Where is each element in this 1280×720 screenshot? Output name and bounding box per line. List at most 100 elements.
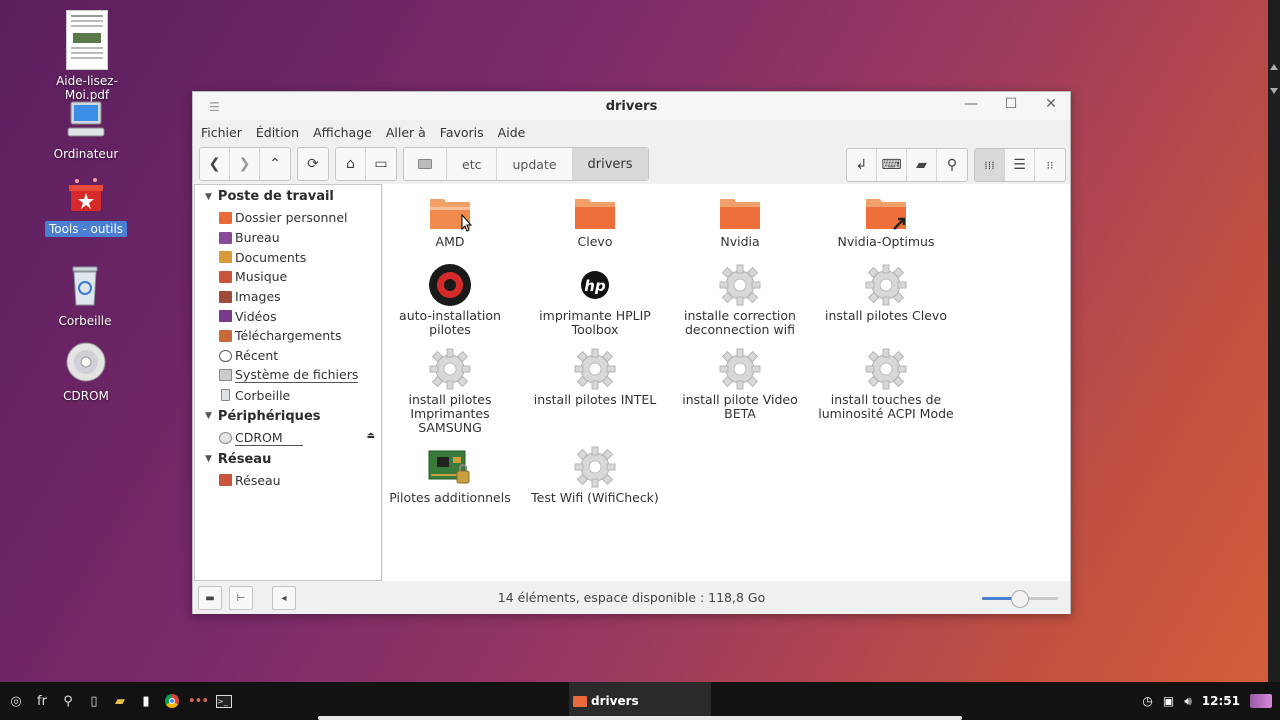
- breadcrumb-update[interactable]: update: [497, 148, 573, 180]
- sidebar-section-reseau[interactable]: ▼ Réseau: [195, 448, 381, 471]
- reload-button[interactable]: ⟳: [298, 148, 328, 180]
- taskbar: ◎ fr ⚲ ▯ ▰ ▮ ••• >_ drivers ◷ ▣ 🔊︎ 12:51: [0, 682, 1280, 720]
- forward-button[interactable]: ❯: [230, 148, 260, 180]
- open-in-new-button[interactable]: ↲: [847, 149, 877, 181]
- driver-installer-icon: [429, 264, 471, 306]
- svg-text:hp: hp: [584, 277, 606, 295]
- clipboard-icon[interactable]: ▣: [1163, 694, 1174, 708]
- workspaces-icon[interactable]: ▯: [86, 693, 102, 709]
- desktop-icon-trash[interactable]: Corbeille: [35, 263, 135, 328]
- sidebar-item-recent[interactable]: Récent: [195, 346, 381, 366]
- chrome-launcher-icon[interactable]: [164, 693, 180, 709]
- list-view-button[interactable]: ☰: [1005, 149, 1035, 181]
- search-icon[interactable]: ⚲: [60, 693, 76, 709]
- zoom-slider-knob[interactable]: [1011, 590, 1029, 608]
- music-folder-icon: [219, 270, 232, 283]
- sidebar-item-cdrom[interactable]: CDROM ⏏: [195, 428, 381, 448]
- breadcrumb-root[interactable]: [404, 148, 447, 180]
- file-item[interactable]: install pilote Video BETA: [670, 347, 810, 421]
- sidebar-item-dossier-personnel[interactable]: Dossier personnel: [195, 208, 381, 228]
- sidebar-item-videos[interactable]: Vidéos: [195, 306, 381, 326]
- sidebar-item-images[interactable]: Images: [195, 287, 381, 307]
- file-item[interactable]: install pilotes Imprimantes SAMSUNG: [380, 347, 520, 435]
- chevron-left-icon: ❮: [208, 156, 221, 172]
- menu-fichier[interactable]: Fichier: [201, 125, 242, 140]
- maximize-button[interactable]: ☐: [1002, 96, 1020, 112]
- icon-view-button[interactable]: ⁞⁞⁞: [975, 149, 1005, 181]
- minimize-button[interactable]: —: [962, 96, 980, 112]
- terminal-launcher-icon[interactable]: >_: [216, 693, 232, 709]
- file-manager-window: ☰ drivers — ☐ ✕ Fichier Édition Affichag…: [192, 91, 1071, 614]
- back-button[interactable]: ❮: [200, 148, 230, 180]
- file-item[interactable]: Pilotes additionnels: [380, 445, 520, 505]
- file-item[interactable]: Nvidia: [670, 193, 810, 249]
- desktop-icon-pdf[interactable]: Aide-lisez-Moi.pdf: [37, 10, 137, 102]
- text-editor-launcher-icon[interactable]: ▮: [138, 693, 154, 709]
- network-icon: [219, 474, 232, 487]
- menu-affichage[interactable]: Affichage: [313, 125, 372, 140]
- zoom-slider[interactable]: [982, 590, 1058, 608]
- file-item[interactable]: installe correction deconnection wifi: [670, 263, 810, 337]
- file-item[interactable]: Nvidia-Optimus: [816, 193, 956, 249]
- file-item[interactable]: auto-installation pilotes: [380, 263, 520, 337]
- up-button[interactable]: ⌃: [260, 148, 290, 180]
- start-menu-icon[interactable]: ◎: [8, 693, 24, 709]
- new-folder-button[interactable]: ▰: [907, 149, 937, 181]
- apps-dots-icon[interactable]: •••: [188, 693, 209, 709]
- file-item[interactable]: AMD: [380, 193, 520, 249]
- volume-icon[interactable]: 🔊︎: [1184, 694, 1192, 709]
- file-item[interactable]: hp imprimante HPLIP Toolbox: [525, 263, 665, 337]
- terminal-button[interactable]: ⌨: [877, 149, 907, 181]
- keyboard-layout-indicator[interactable]: fr: [34, 693, 50, 709]
- clock[interactable]: 12:51: [1202, 694, 1240, 708]
- gear-icon: [574, 446, 616, 488]
- file-manager-launcher-icon[interactable]: ▰: [112, 693, 128, 709]
- expand-triangle-icon: ▼: [205, 191, 212, 202]
- desktop-icon-tools[interactable]: Tools - outils: [36, 175, 136, 237]
- file-view[interactable]: AMD Clevo Nvidia Nvidia-Optimus auto-ins…: [383, 184, 1070, 581]
- file-item[interactable]: Test Wifi (WifiCheck): [525, 445, 665, 505]
- sidebar-section-poste[interactable]: ▼ Poste de travail: [195, 185, 381, 208]
- file-item[interactable]: install pilotes Clevo: [816, 263, 956, 323]
- gear-icon: [574, 348, 616, 390]
- menu-aide[interactable]: Aide: [498, 125, 526, 140]
- breadcrumb-drivers[interactable]: drivers: [572, 148, 648, 180]
- computer-button[interactable]: ▭: [366, 148, 396, 180]
- sidebar-item-telechargements[interactable]: Téléchargements: [195, 326, 381, 346]
- sidebar-item-systeme[interactable]: Système de fichiers: [195, 366, 381, 386]
- close-button[interactable]: ✕: [1042, 96, 1060, 112]
- show-desktop-icon[interactable]: [1250, 694, 1272, 708]
- pictures-folder-icon: [219, 290, 232, 303]
- compact-view-button[interactable]: ⁝⁝: [1035, 149, 1065, 181]
- up-arrow-icon[interactable]: [1270, 64, 1278, 70]
- breadcrumb-etc[interactable]: etc: [447, 148, 498, 180]
- sidebar-item-corbeille[interactable]: Corbeille: [195, 385, 381, 405]
- sidebar-item-musique[interactable]: Musique: [195, 267, 381, 287]
- sidebar-item-reseau[interactable]: Réseau: [195, 471, 381, 491]
- taskbar-underline: [318, 716, 962, 720]
- menu-aller[interactable]: Aller à: [386, 125, 426, 140]
- file-item[interactable]: install touches de luminosité ACPI Mode: [816, 347, 956, 421]
- file-item[interactable]: install pilotes INTEL: [525, 347, 665, 407]
- chevron-right-icon: ❯: [238, 156, 251, 172]
- eject-icon[interactable]: ⏏: [366, 431, 375, 441]
- down-arrow-icon[interactable]: [1270, 88, 1278, 94]
- menu-favoris[interactable]: Favoris: [440, 125, 484, 140]
- breadcrumb: etc update drivers: [403, 147, 649, 181]
- folder-icon: [575, 199, 615, 229]
- menu-edition[interactable]: Édition: [256, 125, 299, 140]
- update-indicator-icon[interactable]: ◷: [1142, 694, 1152, 708]
- home-button[interactable]: ⌂: [336, 148, 366, 180]
- search-button[interactable]: ⚲: [937, 149, 967, 181]
- sidebar-item-bureau[interactable]: Bureau: [195, 228, 381, 248]
- file-item[interactable]: Clevo: [525, 193, 665, 249]
- desktop-icon-label: Tools - outils: [44, 221, 128, 237]
- reload-icon: ⟳: [307, 156, 319, 172]
- desktop-icon-cdrom[interactable]: CDROM: [36, 342, 136, 403]
- desktop-icon-computer[interactable]: Ordinateur: [36, 100, 136, 161]
- sidebar-item-documents[interactable]: Documents: [195, 247, 381, 267]
- taskbar-window-button[interactable]: drivers: [569, 682, 711, 720]
- sidebar-section-peripheriques[interactable]: ▼ Périphériques: [195, 405, 381, 428]
- window-menu-icon[interactable]: ☰: [209, 100, 220, 114]
- titlebar[interactable]: ☰ drivers — ☐ ✕: [193, 92, 1070, 120]
